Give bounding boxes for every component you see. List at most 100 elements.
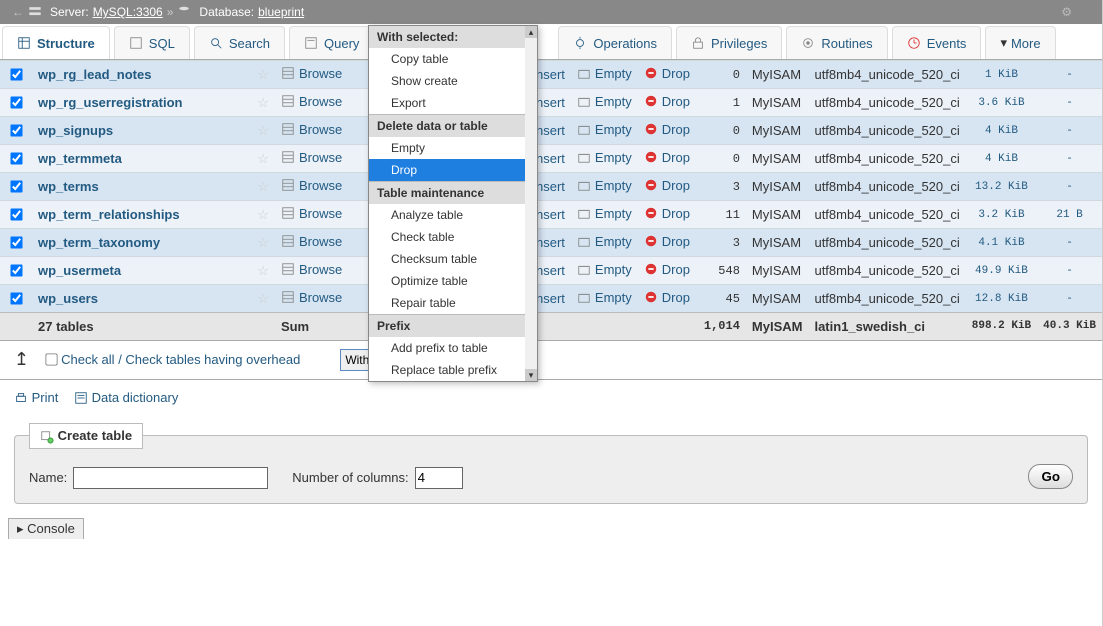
scroll-up-icon[interactable]: ▴ [525,26,537,38]
star-icon[interactable]: ☆ [257,151,269,166]
star-icon[interactable]: ☆ [257,207,269,222]
browse-link[interactable]: Browse [299,122,342,137]
row-checkbox[interactable] [10,124,22,136]
table-link[interactable]: wp_term_taxonomy [38,235,160,250]
table-link[interactable]: wp_signups [38,123,113,138]
tab-query[interactable]: Query [289,26,374,59]
row-checkbox[interactable] [10,264,22,276]
console-tab[interactable]: ▸ Console [8,518,84,539]
print-link[interactable]: Print [14,390,58,405]
browse-link[interactable]: Browse [299,262,342,277]
gear-icon[interactable]: ⚙ [1061,5,1072,19]
go-button[interactable]: Go [1028,464,1073,489]
drop-link[interactable]: Drop [662,262,690,277]
tab-privileges[interactable]: Privileges [676,26,782,59]
dropdown-item[interactable]: Export [369,92,537,114]
row-checkbox[interactable] [10,180,22,192]
table-link[interactable]: wp_term_relationships [38,207,180,222]
drop-link[interactable]: Drop [662,206,690,221]
tab-sql[interactable]: SQL [114,26,190,59]
check-all-link[interactable]: Check all [61,352,114,367]
browse-icon [281,206,295,220]
drop-link[interactable]: Drop [662,150,690,165]
dropdown-item[interactable]: Check table [369,226,537,248]
dropdown-item[interactable]: Drop [369,159,537,181]
empty-link[interactable]: Empty [595,234,632,249]
browse-link[interactable]: Browse [299,94,342,109]
table-row: wp_usermeta☆BrowseInsertEmptyDrop548MyIS… [0,257,1102,285]
tab-routines[interactable]: Routines [786,26,887,59]
drop-link[interactable]: Drop [662,178,690,193]
collation: utf8mb4_unicode_520_ci [808,257,965,285]
star-icon[interactable]: ☆ [257,235,269,250]
dropdown-item[interactable]: Replace table prefix [369,359,537,381]
engine: MyISAM [746,61,809,89]
browse-link[interactable]: Browse [299,150,342,165]
drop-link[interactable]: Drop [662,122,690,137]
tab-more[interactable]: ▾More [985,26,1055,59]
row-checkbox[interactable] [10,68,22,80]
data-dictionary-link[interactable]: Data dictionary [74,390,178,405]
star-icon[interactable]: ☆ [257,291,269,306]
empty-link[interactable]: Empty [595,122,632,137]
row-checkbox[interactable] [10,152,22,164]
row-checkbox[interactable] [10,292,22,304]
dropdown-item[interactable]: Optimize table [369,270,537,292]
dropdown-item[interactable]: Copy table [369,48,537,70]
tab-structure[interactable]: Structure [2,26,110,59]
table-link[interactable]: wp_rg_lead_notes [38,67,151,82]
server-link[interactable]: MySQL:3306 [93,5,163,19]
star-icon[interactable]: ☆ [257,123,269,138]
empty-icon [577,262,591,276]
dropdown-item[interactable]: Show create [369,70,537,92]
row-checkbox[interactable] [10,96,22,108]
rows-count: 11 [696,201,746,229]
dropdown-scrollbar[interactable]: ▴ ▾ [525,26,537,381]
dropdown-item[interactable]: Empty [369,137,537,159]
cols-input[interactable] [415,467,463,489]
drop-link[interactable]: Drop [662,290,690,305]
empty-link[interactable]: Empty [595,94,632,109]
dropdown-item[interactable]: Analyze table [369,204,537,226]
table-link[interactable]: wp_users [38,291,98,306]
name-label: Name: [29,470,67,485]
empty-link[interactable]: Empty [595,66,632,81]
tab-operations[interactable]: Operations [558,26,672,59]
dropdown-item[interactable]: Checksum table [369,248,537,270]
empty-link[interactable]: Empty [595,150,632,165]
drop-link[interactable]: Drop [662,66,690,81]
empty-link[interactable]: Empty [595,262,632,277]
dropdown-item[interactable]: Add prefix to table [369,337,537,359]
empty-link[interactable]: Empty [595,206,632,221]
star-icon[interactable]: ☆ [257,67,269,82]
browse-link[interactable]: Browse [299,290,342,305]
browse-link[interactable]: Browse [299,66,342,81]
check-all-checkbox[interactable] [45,353,57,365]
dropdown-item[interactable]: Repair table [369,292,537,314]
star-icon[interactable]: ☆ [257,179,269,194]
row-checkbox[interactable] [10,208,22,220]
drop-link[interactable]: Drop [662,94,690,109]
nav-back-icon[interactable]: ← [12,5,24,19]
browse-link[interactable]: Browse [299,178,342,193]
empty-link[interactable]: Empty [595,178,632,193]
row-checkbox[interactable] [10,236,22,248]
star-icon[interactable]: ☆ [257,263,269,278]
tab-search[interactable]: Search [194,26,285,59]
drop-link[interactable]: Drop [662,234,690,249]
table-link[interactable]: wp_terms [38,179,99,194]
database-link[interactable]: blueprint [258,5,304,19]
table-link[interactable]: wp_rg_userregistration [38,95,183,110]
tab-events[interactable]: Events [892,26,982,59]
table-link[interactable]: wp_usermeta [38,263,121,278]
table-name-input[interactable] [73,467,268,489]
star-icon[interactable]: ☆ [257,95,269,110]
scroll-down-icon[interactable]: ▾ [525,369,537,381]
check-overhead-link[interactable]: Check tables having overhead [125,352,300,367]
drop-icon [644,150,658,164]
table-link[interactable]: wp_termmeta [38,151,122,166]
engine: MyISAM [746,117,809,145]
browse-link[interactable]: Browse [299,234,342,249]
browse-link[interactable]: Browse [299,206,342,221]
empty-link[interactable]: Empty [595,290,632,305]
